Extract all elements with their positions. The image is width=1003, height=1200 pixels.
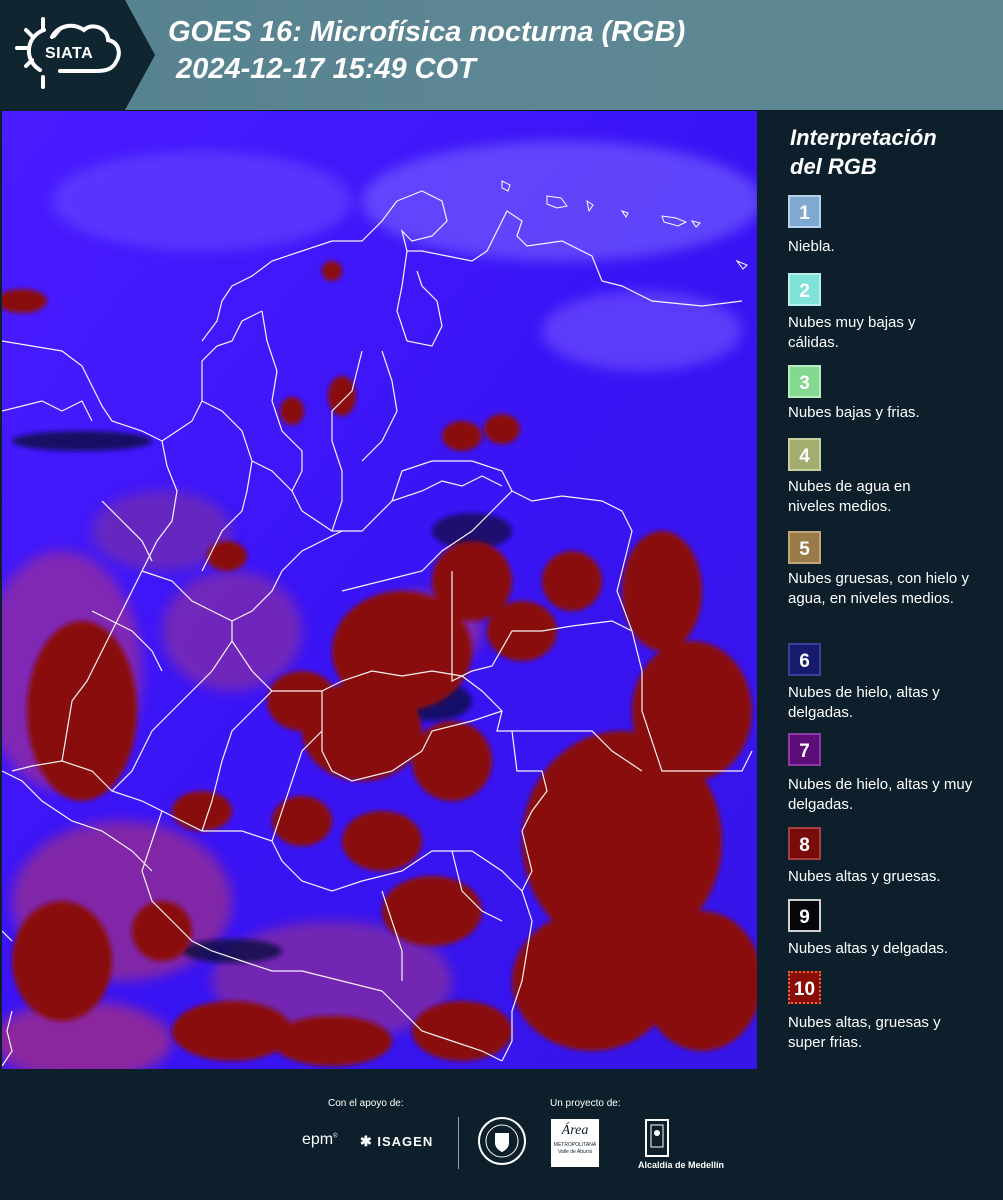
area-sub: METROPOLITANA	[553, 1142, 597, 1148]
legend-swatch-5: 5	[788, 531, 821, 564]
legend-panel: Interpretación del RGB 1 Niebla. 2 Nubes…	[758, 111, 1003, 1069]
legend-number: 4	[799, 446, 810, 467]
isagen-icon: ✱	[360, 1133, 373, 1149]
legend-label-1: Niebla.	[788, 238, 835, 255]
legend-number: 9	[799, 907, 810, 928]
legend-label-8: Nubes altas y gruesas.	[788, 868, 941, 885]
legend-number: 7	[799, 741, 810, 762]
legend-swatch-10: 10	[788, 971, 821, 1004]
legend-number: 3	[799, 373, 810, 394]
satellite-map	[2, 111, 757, 1069]
legend-swatch-1: 1	[788, 195, 821, 228]
rgb-composite-image	[2, 111, 757, 1069]
legend-number: 8	[799, 835, 810, 856]
isagen-logo: ✱ ISAGEN	[360, 1133, 433, 1150]
header: SIATA GOES 16: Microfísica nocturna (RGB…	[0, 0, 1003, 110]
legend-number: 10	[793, 979, 816, 1000]
legend-number: 5	[799, 539, 810, 560]
title-line-2: 2024-12-17 15:49 COT	[168, 53, 476, 85]
siata-logo: SIATA	[0, 0, 155, 110]
alcaldia-shield-icon	[650, 1124, 664, 1148]
area-name: Área	[561, 1123, 589, 1138]
title-line-1: GOES 16: Microfísica nocturna (RGB)	[168, 16, 686, 48]
logo-text: SIATA	[45, 45, 94, 62]
legend-swatch-2: 2	[788, 273, 821, 306]
legend-label-4: Nubes de agua en niveles medios.	[788, 478, 911, 515]
epm-text: epm	[302, 1131, 334, 1148]
legend-label-7: Nubes de hielo, altas y muy delgadas.	[788, 776, 973, 813]
epm-logo: epm®	[302, 1131, 338, 1148]
footer-divider	[458, 1117, 459, 1169]
alcaldia-text: Alcaldía de Medellín	[638, 1160, 725, 1170]
seal-logo	[478, 1117, 526, 1165]
area-sub2: Valle de Aburrá	[558, 1149, 592, 1155]
legend-number: 1	[799, 203, 810, 224]
legend-label-9: Nubes altas y delgadas.	[788, 940, 949, 957]
legend-title: Interpretación del RGB	[790, 123, 990, 181]
legend-label-10: Nubes altas, gruesas y super frias.	[788, 1014, 941, 1051]
legend-label-3: Nubes bajas y frias.	[788, 404, 920, 421]
legend-label-6: Nubes de hielo, altas y delgadas.	[788, 684, 940, 721]
support-label: Con el apoyo de:	[328, 1098, 404, 1109]
seal-icon	[485, 1124, 519, 1158]
legend-swatch-9: 9	[788, 899, 821, 932]
isagen-text: ISAGEN	[377, 1134, 434, 1149]
legend-swatch-4: 4	[788, 438, 821, 471]
legend-number: 6	[799, 651, 810, 672]
legend-title-line-1: Interpretación	[790, 125, 937, 150]
area-metropolitana-logo: Área METROPOLITANA Valle de Aburrá	[551, 1119, 599, 1167]
legend-label-2: Nubes muy bajas y cálidas.	[788, 314, 916, 351]
legend-swatch-3: 3	[788, 365, 821, 398]
page-title: GOES 16: Microfísica nocturna (RGB) 2024…	[168, 14, 685, 88]
legend-swatch-7: 7	[788, 733, 821, 766]
legend-number: 2	[799, 281, 810, 302]
footer: Con el apoyo de: Un proyecto de: epm® ✱ …	[0, 1069, 1003, 1200]
legend-label-5: Nubes gruesas, con hielo y agua, en nive…	[788, 570, 969, 607]
alcaldia-logo	[645, 1119, 669, 1157]
legend-swatch-8: 8	[788, 827, 821, 860]
legend-swatch-6: 6	[788, 643, 821, 676]
legend-title-line-2: del RGB	[790, 154, 877, 179]
project-label: Un proyecto de:	[550, 1098, 621, 1109]
